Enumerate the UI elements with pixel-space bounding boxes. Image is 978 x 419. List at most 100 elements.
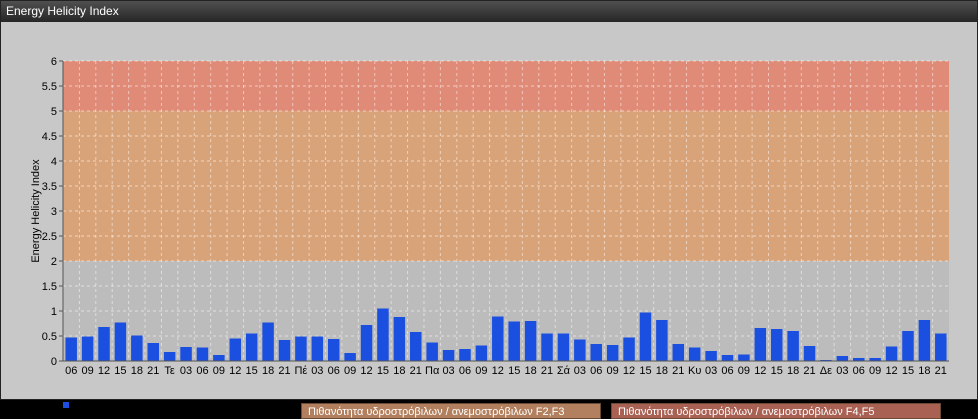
bar [262, 322, 274, 361]
bar [311, 336, 324, 361]
x-tick-label: 21 [278, 365, 290, 377]
bar [557, 333, 570, 361]
x-tick-label: 03 [311, 365, 323, 377]
x-tick-label: 21 [935, 365, 947, 377]
x-tick-label: 15 [508, 365, 520, 377]
bar [426, 342, 438, 361]
y-tick-label: 3 [51, 206, 57, 218]
window-title: Energy Helicity Index [1, 1, 977, 22]
x-tick-label: 03 [705, 365, 717, 377]
bar [114, 322, 127, 361]
x-tick-label: 09 [607, 365, 619, 377]
y-tick-label: 4 [51, 156, 57, 168]
x-tick-label: 06 [196, 365, 208, 377]
x-tick-label: 06 [459, 365, 471, 377]
x-tick-label: 21 [410, 365, 422, 377]
y-tick-label: 5 [51, 106, 57, 118]
bar [442, 350, 455, 361]
x-tick-label: 06 [721, 365, 733, 377]
x-tick-label: 12 [229, 365, 241, 377]
x-tick-label: 15 [246, 365, 258, 377]
x-tick-label: 21 [541, 365, 553, 377]
bar [803, 346, 816, 361]
x-tick-label: 12 [492, 365, 504, 377]
bar [147, 343, 159, 361]
bar [623, 337, 635, 361]
bar [229, 338, 242, 361]
x-tick-label: 03 [836, 365, 848, 377]
bar [459, 349, 471, 361]
bar [131, 335, 143, 361]
x-tick-label: 06 [328, 365, 340, 377]
y-tick-label: 2 [51, 256, 57, 268]
x-tick-label: Τε [164, 365, 175, 377]
bar [393, 317, 406, 361]
x-tick-label: 15 [771, 365, 783, 377]
x-tick-label: 18 [262, 365, 274, 377]
chart-window: Energy Helicity Index 0 0.5 1 1.5 2 2.5 3 3.5 4 4… [0, 0, 978, 419]
x-tick-label: 12 [754, 365, 766, 377]
legend-zone-f4f5: Πιθανότητα υδροστρόβιλων / ανεμοστρόβιλω… [611, 403, 941, 419]
bar [836, 356, 849, 361]
legend-series-label: Energy Helicity Index [72, 399, 176, 411]
bar [787, 331, 799, 361]
bar [295, 336, 307, 361]
bar [98, 327, 110, 361]
bar [410, 332, 422, 361]
bar [213, 355, 225, 361]
y-tick-label: 6 [51, 56, 57, 68]
bar [721, 355, 734, 361]
bar [606, 345, 619, 361]
x-tick-label: 12 [623, 365, 635, 377]
x-tick-label: Δε [820, 365, 832, 377]
x-tick-label: 09 [81, 365, 93, 377]
x-tick-label: 18 [131, 365, 143, 377]
x-tick-label: 18 [656, 365, 668, 377]
bar [65, 337, 77, 361]
x-tick-label: 15 [639, 365, 651, 377]
x-tick-label: 09 [344, 365, 356, 377]
x-tick-label: 12 [98, 365, 110, 377]
bar [902, 331, 914, 361]
bar [196, 347, 209, 361]
bar [492, 316, 504, 361]
bar [327, 339, 340, 361]
x-tick-label: 03 [180, 365, 192, 377]
x-tick-label: 18 [918, 365, 930, 377]
x-tick-label: Πέ [294, 365, 307, 377]
bar [163, 352, 176, 361]
y-tick-label: 0.5 [42, 331, 57, 343]
bar [81, 336, 94, 361]
x-tick-label: 21 [147, 365, 159, 377]
x-tick-label: 12 [885, 365, 897, 377]
legend-series-entry: Energy Helicity Index [63, 399, 175, 411]
bar [360, 325, 373, 361]
bar [524, 321, 537, 361]
y-tick-label: 2.5 [42, 231, 57, 243]
x-tick-label: 09 [213, 365, 225, 377]
y-tick-label: 5.5 [42, 81, 57, 93]
bar [770, 329, 783, 361]
legend-zone-f2f3: Πιθανότητα υδροστρόβιλων / ανεμοστρόβιλω… [301, 403, 601, 419]
y-tick-label: 1.5 [42, 281, 57, 293]
x-tick-label: 15 [902, 365, 914, 377]
bar [935, 333, 947, 361]
y-tick-label: 4.5 [42, 131, 57, 143]
x-tick-label: Σά [557, 365, 571, 377]
bar [508, 321, 520, 361]
bar [688, 347, 701, 361]
y-axis-title: Energy Helicity Index [30, 159, 42, 263]
x-tick-label: 03 [574, 365, 586, 377]
bar [574, 339, 586, 361]
x-tick-label: Κυ [688, 365, 701, 377]
bar [639, 312, 652, 361]
bar [245, 333, 258, 361]
bar [377, 308, 389, 361]
bar [590, 344, 602, 361]
x-tick-label: 12 [360, 365, 372, 377]
bar [656, 320, 668, 361]
x-tick-label: 18 [524, 365, 536, 377]
y-tick-label: 0 [51, 356, 57, 368]
x-tick-label: 09 [738, 365, 750, 377]
x-tick-label: 06 [853, 365, 865, 377]
